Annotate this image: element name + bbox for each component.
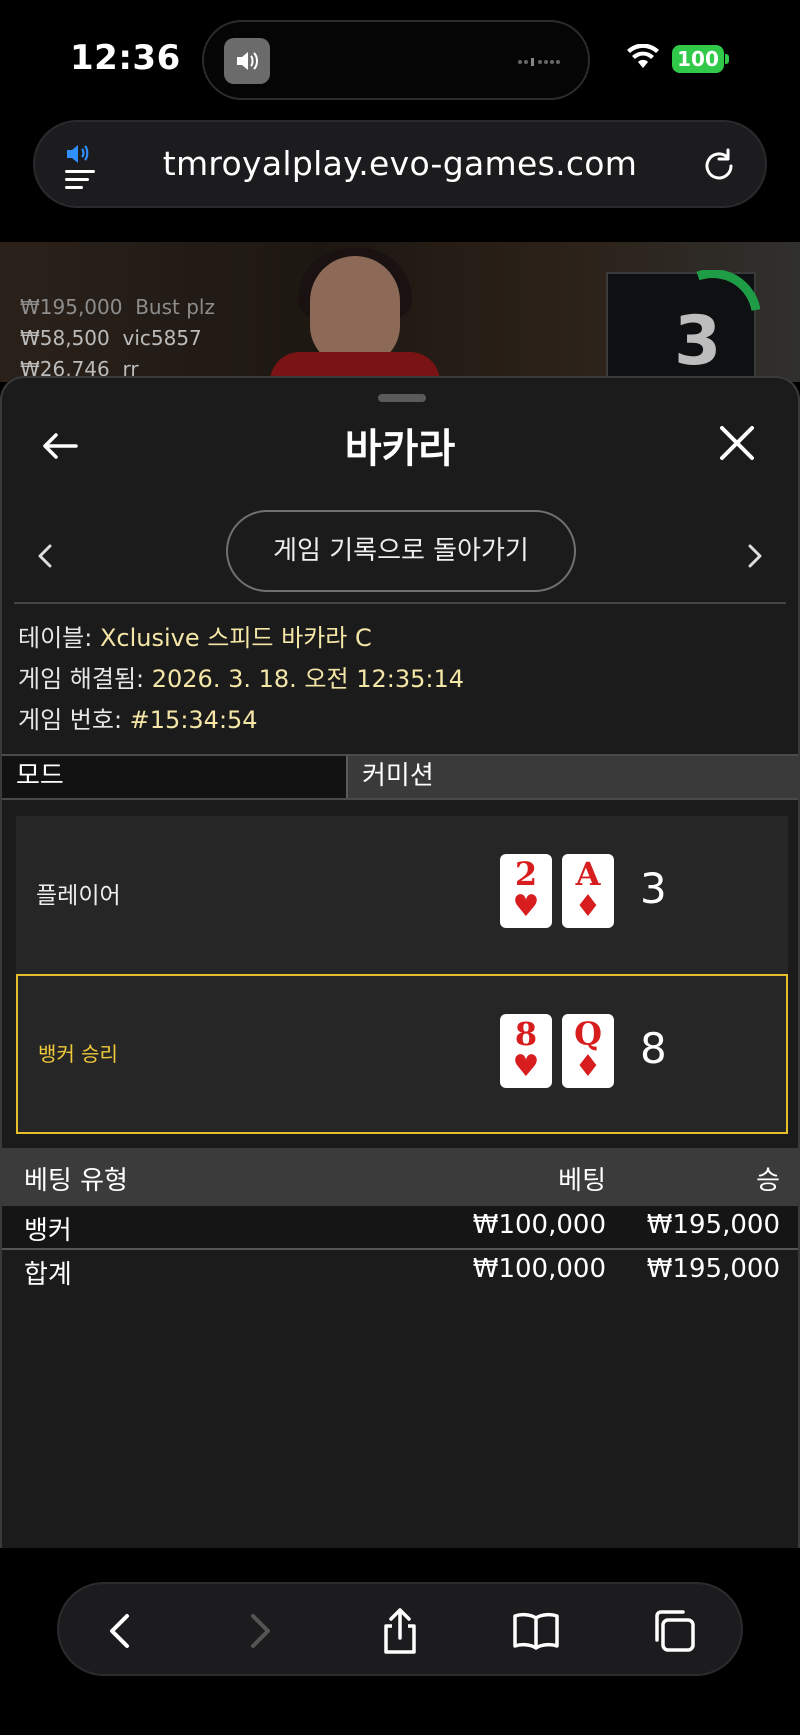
header-bet: 베팅 bbox=[558, 1166, 606, 1196]
bet-table: 베팅 유형 베팅 승 뱅커 ₩100,000 ₩195,000 합계 ₩100,… bbox=[2, 1148, 798, 1294]
tab-mode[interactable]: 모드 bbox=[2, 756, 348, 798]
bet-feed: ₩195,000 Bust plz ₩58,500 vic5857 ₩26,74… bbox=[20, 292, 215, 382]
url-text[interactable]: tmroyalplay.evo-games.com bbox=[35, 144, 765, 183]
sheet-grabber[interactable] bbox=[378, 394, 426, 402]
panel-title: 바카라 bbox=[344, 426, 456, 472]
back-icon[interactable] bbox=[95, 1606, 145, 1656]
total-label: 합계 bbox=[24, 1260, 72, 1290]
speaker-icon bbox=[224, 38, 270, 84]
chevron-left-icon[interactable] bbox=[32, 536, 58, 576]
header-bet-type: 베팅 유형 bbox=[24, 1166, 128, 1196]
live-video: 3 ₩195,000 Bust plz ₩58,500 vic5857 ₩26,… bbox=[0, 242, 800, 382]
game-history-panel: 바카라 게임 기록으로 돌아가기 테이블: Xclusive 스피드 바카라 C… bbox=[0, 376, 800, 1548]
player-score: 3 bbox=[640, 864, 667, 913]
share-icon[interactable] bbox=[375, 1606, 425, 1656]
resolved-info: 게임 해결됨: 2026. 3. 18. 오전 12:35:14 bbox=[18, 665, 464, 693]
table-info: 테이블: Xclusive 스피드 바카라 C bbox=[18, 624, 372, 652]
status-time: 12:36 bbox=[70, 38, 181, 78]
address-bar[interactable]: tmroyalplay.evo-games.com bbox=[33, 120, 767, 208]
banker-score: 8 bbox=[640, 1024, 667, 1073]
game-info: 테이블: Xclusive 스피드 바카라 C 게임 해결됨: 2026. 3.… bbox=[18, 618, 464, 741]
back-to-history-button[interactable]: 게임 기록으로 돌아가기 bbox=[226, 510, 576, 592]
row-win-amount: ₩195,000 bbox=[646, 1210, 780, 1240]
header-win: 승 bbox=[756, 1166, 780, 1196]
total-bet-amount: ₩100,000 bbox=[472, 1254, 606, 1284]
divider bbox=[14, 602, 786, 604]
banker-win-label: 뱅커 승리 bbox=[38, 1042, 118, 1066]
forward-icon[interactable] bbox=[235, 1606, 285, 1656]
dynamic-island bbox=[202, 20, 590, 100]
close-icon[interactable] bbox=[716, 422, 758, 464]
wifi-icon bbox=[627, 44, 659, 68]
player-label: 플레이어 bbox=[36, 883, 121, 909]
reload-icon[interactable] bbox=[699, 146, 739, 186]
audio-wave-icon bbox=[518, 58, 560, 66]
status-bar: 12:36 100 bbox=[0, 0, 800, 115]
table-row: 뱅커 ₩100,000 ₩195,000 bbox=[2, 1206, 798, 1250]
table-header: 베팅 유형 베팅 승 bbox=[2, 1148, 798, 1206]
row-bet-type: 뱅커 bbox=[24, 1216, 72, 1246]
bookmarks-icon[interactable] bbox=[511, 1606, 561, 1656]
tabs-icon[interactable] bbox=[649, 1606, 699, 1656]
countdown-timer: 3 bbox=[674, 302, 722, 381]
playing-card: 8 ♥ bbox=[500, 1014, 552, 1088]
row-bet-amount: ₩100,000 bbox=[472, 1210, 606, 1240]
playing-card: 2 ♥ bbox=[500, 854, 552, 928]
tab-commission[interactable]: 커미션 bbox=[350, 756, 434, 798]
playing-card: Q ♦ bbox=[562, 1014, 614, 1088]
game-number-info: 게임 번호: #15:34:54 bbox=[18, 706, 258, 734]
banker-hand: 뱅커 승리 8 ♥ Q ♦ 8 bbox=[16, 974, 788, 1134]
dealer bbox=[310, 256, 400, 366]
total-win-amount: ₩195,000 bbox=[646, 1254, 780, 1284]
bet-feed-item: ₩195,000 Bust plz bbox=[20, 295, 215, 319]
mode-tabs: 모드 커미션 bbox=[2, 754, 798, 800]
playing-card: A ♦ bbox=[562, 854, 614, 928]
bet-feed-item: ₩58,500 vic5857 bbox=[20, 326, 202, 350]
chevron-right-icon[interactable] bbox=[742, 536, 768, 576]
player-hand: 플레이어 2 ♥ A ♦ 3 bbox=[16, 816, 788, 976]
browser-toolbar bbox=[57, 1582, 743, 1676]
table-total-row: 합계 ₩100,000 ₩195,000 bbox=[2, 1250, 798, 1294]
battery-indicator: 100 bbox=[672, 45, 724, 73]
battery-tip bbox=[725, 54, 729, 64]
